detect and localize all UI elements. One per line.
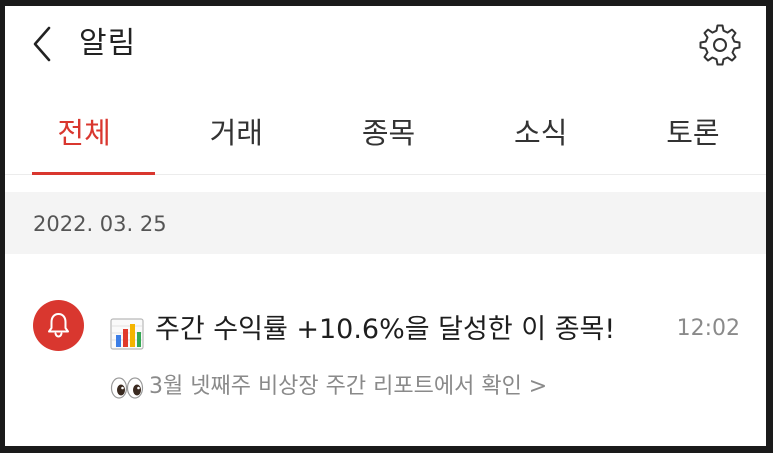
tab-stocks[interactable]: 종목 [309, 96, 461, 174]
tab-news[interactable]: 소식 [462, 96, 614, 174]
notification-item[interactable]: 주간 수익률 +10.6%을 달성한 이 종목! 12:02 3월 넷째주 비상… [5, 254, 766, 446]
tab-trade[interactable]: 거래 [157, 96, 309, 174]
notification-avatar [33, 300, 84, 351]
spacer [5, 175, 766, 193]
tab-all[interactable]: 전체 [5, 96, 157, 175]
app-header: 알림 [5, 6, 766, 82]
settings-button[interactable] [699, 24, 741, 66]
page-title: 알림 [79, 26, 137, 61]
tab-discussion[interactable]: 토론 [614, 96, 766, 174]
chevron-left-icon [33, 26, 51, 62]
eyes-emoji-icon [110, 377, 144, 399]
back-button[interactable] [25, 24, 59, 64]
notification-title: 주간 수익률 +10.6%을 달성한 이 종목! [155, 314, 616, 345]
bell-icon [48, 313, 69, 338]
bar-chart-emoji-icon [110, 318, 144, 350]
notifications-screen: 알림 전체 거래 종목 소식 토론 2022. 03. 25 주간 수익률 +1… [5, 6, 766, 446]
date-label: 2022. 03. 25 [33, 212, 167, 236]
gear-icon [699, 24, 741, 66]
notification-subtitle: 3월 넷째주 비상장 주간 리포트에서 확인 > [149, 374, 548, 399]
notification-time: 12:02 [676, 316, 740, 341]
filter-tabs: 전체 거래 종목 소식 토론 [5, 96, 766, 175]
date-section-header: 2022. 03. 25 [5, 192, 766, 254]
